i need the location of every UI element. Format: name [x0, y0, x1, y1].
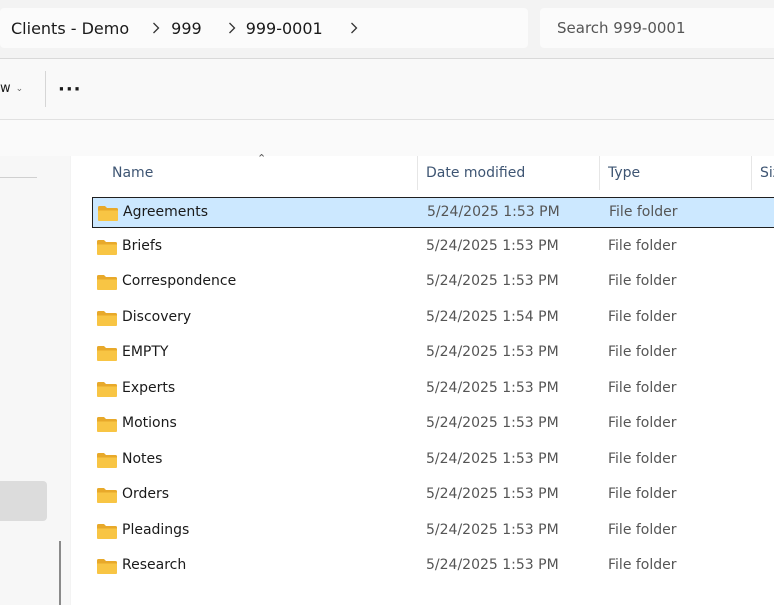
file-name: Pleadings: [122, 522, 190, 538]
table-row[interactable]: Briefs 5/24/2025 1:53 PM File folder: [92, 232, 774, 263]
file-list: ⌃ Name Date modified Type Size Agreement…: [71, 152, 774, 605]
chevron-down-icon: ⌄: [15, 83, 24, 94]
file-name: Correspondence: [122, 273, 237, 289]
file-type: File folder: [608, 557, 677, 573]
column-header-size[interactable]: Size: [760, 156, 774, 190]
more-options-button[interactable]: ···: [58, 79, 82, 100]
table-row[interactable]: Notes 5/24/2025 1:53 PM File folder: [92, 445, 774, 476]
file-date: 5/24/2025 1:53 PM: [427, 204, 560, 220]
column-header-type[interactable]: Type: [608, 156, 748, 190]
folder-icon: [97, 311, 117, 326]
column-separator[interactable]: [751, 156, 752, 190]
view-button-label: w: [0, 81, 11, 96]
table-row[interactable]: EMPTY 5/24/2025 1:53 PM File folder: [92, 338, 774, 369]
file-name: Briefs: [122, 238, 163, 254]
address-bar[interactable]: Clients - Demo 999 999-0001: [0, 8, 528, 48]
command-bar: w ⌄ ···: [0, 59, 774, 120]
column-separator[interactable]: [599, 156, 600, 190]
nav-scrollbar[interactable]: [59, 541, 61, 605]
table-row[interactable]: Orders 5/24/2025 1:53 PM File folder: [92, 480, 774, 511]
table-row[interactable]: Correspondence 5/24/2025 1:53 PM File fo…: [92, 267, 774, 298]
folder-icon: [97, 382, 117, 397]
file-type: File folder: [608, 344, 677, 360]
folder-icon: [97, 453, 117, 468]
file-name: Orders: [122, 486, 170, 502]
folder-icon: [97, 275, 117, 290]
folder-icon: [98, 206, 118, 221]
file-date: 5/24/2025 1:53 PM: [426, 486, 559, 502]
folder-icon: [97, 488, 117, 503]
file-date: 5/24/2025 1:53 PM: [426, 380, 559, 396]
table-row[interactable]: Experts 5/24/2025 1:53 PM File folder: [92, 374, 774, 405]
file-name: Experts: [122, 380, 176, 396]
details-strip: [0, 120, 774, 156]
file-date: 5/24/2025 1:53 PM: [426, 238, 559, 254]
file-name: EMPTY: [122, 344, 169, 360]
column-header-name-label: Name: [112, 165, 154, 181]
chevron-right-icon[interactable]: [337, 22, 371, 34]
file-type: File folder: [608, 451, 677, 467]
file-type: File folder: [608, 380, 677, 396]
search-input[interactable]: Search 999-0001: [540, 8, 774, 48]
file-name: Notes: [122, 451, 163, 467]
file-date: 5/24/2025 1:53 PM: [426, 451, 559, 467]
file-type: File folder: [608, 486, 677, 502]
file-date: 5/24/2025 1:53 PM: [426, 344, 559, 360]
file-type: File folder: [608, 415, 677, 431]
column-header-type-label: Type: [608, 165, 641, 181]
file-name: Motions: [122, 415, 177, 431]
column-header-date-label: Date modified: [426, 165, 526, 181]
table-row[interactable]: Pleadings 5/24/2025 1:53 PM File folder: [92, 516, 774, 547]
view-button[interactable]: w ⌄: [0, 81, 23, 96]
column-header-name[interactable]: Name: [112, 156, 412, 190]
file-name: Agreements: [123, 204, 209, 220]
nav-divider: [0, 177, 37, 178]
folder-icon: [97, 240, 117, 255]
navigation-pane: [0, 156, 70, 605]
breadcrumb-clients-demo[interactable]: Clients - Demo: [11, 19, 129, 38]
toolbar-separator: [45, 71, 46, 107]
breadcrumb-999-0001[interactable]: 999-0001: [246, 19, 323, 38]
chevron-right-icon[interactable]: [215, 22, 249, 34]
file-date: 5/24/2025 1:53 PM: [426, 557, 559, 573]
folder-icon: [97, 346, 117, 361]
table-row[interactable]: Research 5/24/2025 1:53 PM File folder: [92, 551, 774, 582]
folder-icon: [97, 559, 117, 574]
file-name: Research: [122, 557, 187, 573]
nav-item-selected[interactable]: [0, 481, 47, 521]
file-date: 5/24/2025 1:53 PM: [426, 415, 559, 431]
file-date: 5/24/2025 1:53 PM: [426, 273, 559, 289]
file-name: Discovery: [122, 309, 192, 325]
file-type: File folder: [608, 273, 677, 289]
table-row[interactable]: Discovery 5/24/2025 1:54 PM File folder: [92, 303, 774, 334]
folder-icon: [97, 417, 117, 432]
file-date: 5/24/2025 1:53 PM: [426, 522, 559, 538]
column-header-date[interactable]: Date modified: [426, 156, 596, 190]
breadcrumb-999[interactable]: 999: [171, 19, 202, 38]
table-row[interactable]: Motions 5/24/2025 1:53 PM File folder: [92, 409, 774, 440]
file-type: File folder: [608, 309, 677, 325]
column-separator[interactable]: [417, 156, 418, 190]
file-type: File folder: [608, 238, 677, 254]
file-type: File folder: [609, 204, 678, 220]
file-type: File folder: [608, 522, 677, 538]
column-header-size-label: Size: [760, 165, 774, 181]
folder-icon: [97, 524, 117, 539]
chevron-right-icon[interactable]: [139, 22, 173, 34]
search-placeholder: Search 999-0001: [557, 19, 686, 37]
file-date: 5/24/2025 1:54 PM: [426, 309, 559, 325]
table-row[interactable]: Agreements 5/24/2025 1:53 PM File folder: [92, 197, 774, 228]
